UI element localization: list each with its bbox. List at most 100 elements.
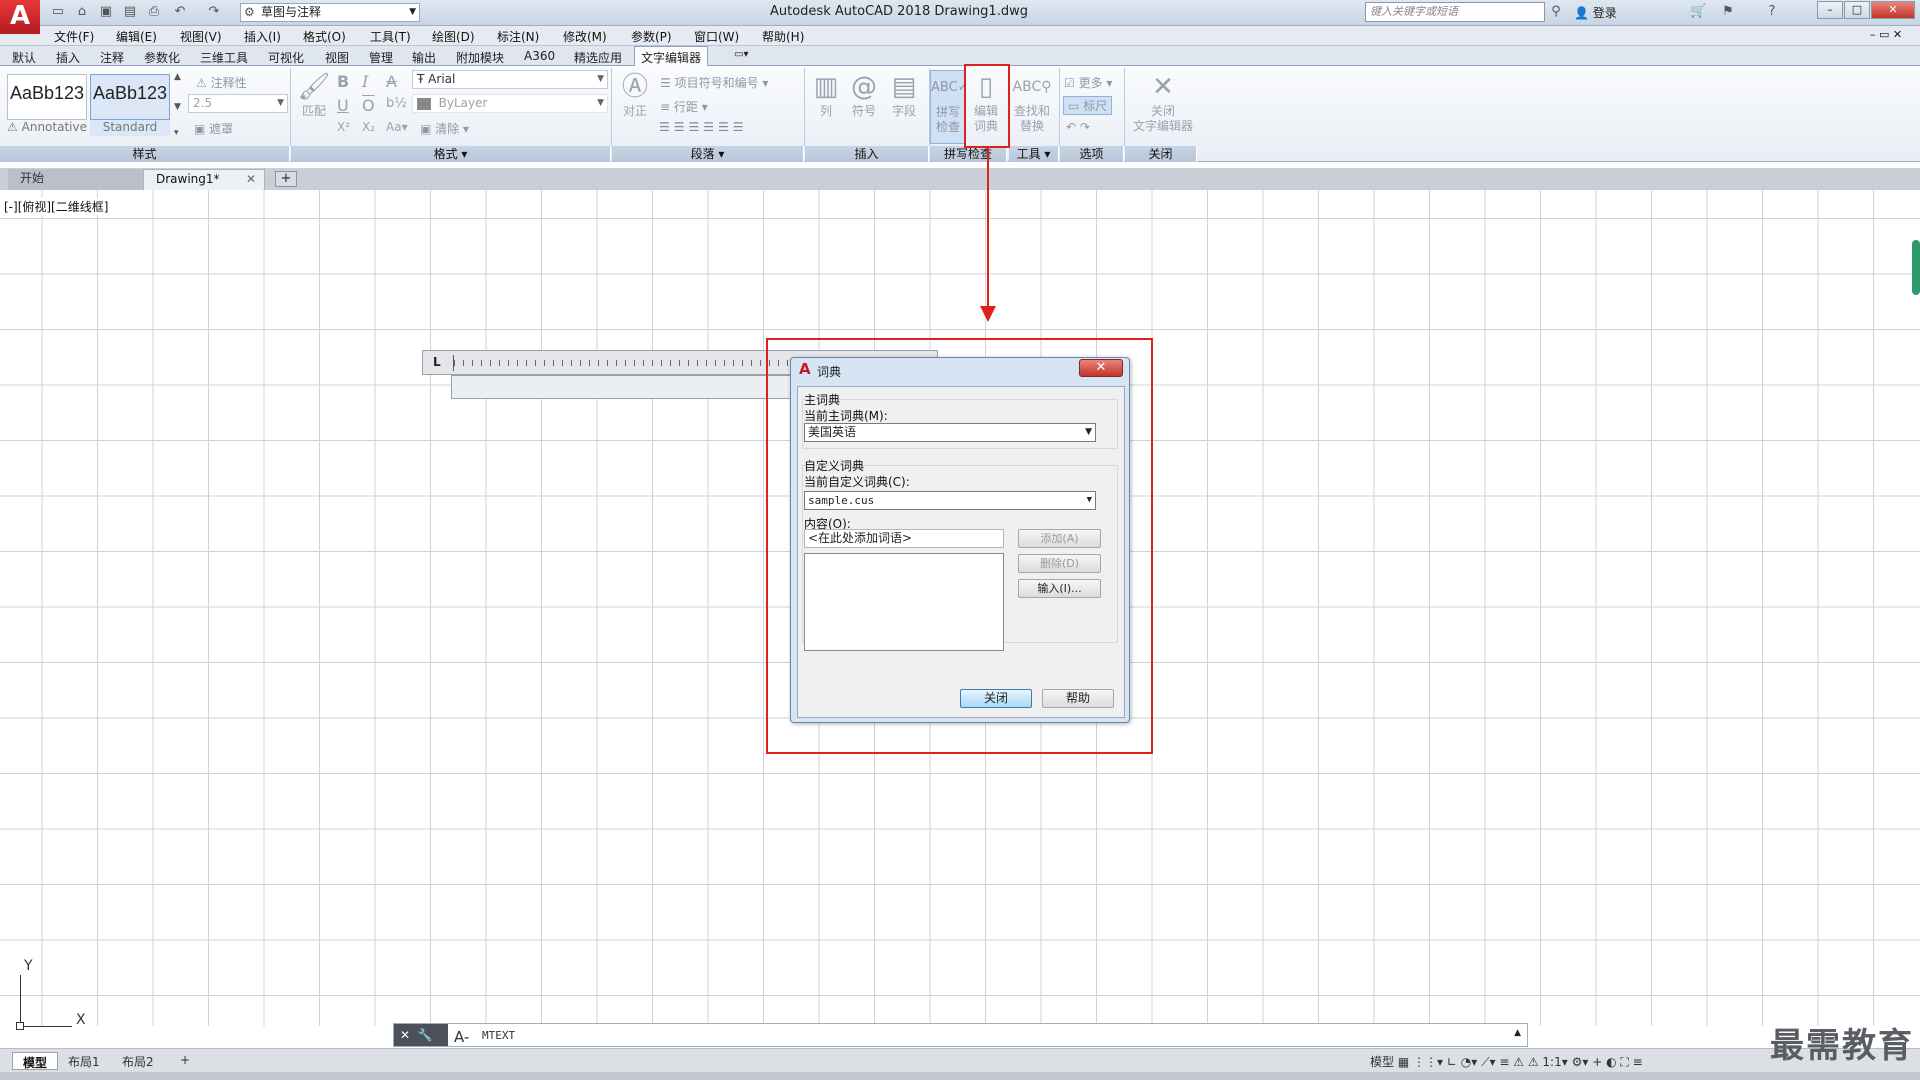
help-icon[interactable]: ? — [1764, 4, 1780, 20]
tab-featured-apps[interactable]: 精选应用 — [574, 49, 622, 66]
menu-parametric[interactable]: 参数(P) — [631, 28, 672, 45]
menu-tools[interactable]: 工具(T) — [370, 28, 411, 45]
style-swatch-annotative[interactable]: AaBb123 — [7, 74, 87, 120]
binoculars-icon[interactable]: ⚲ — [1548, 4, 1564, 20]
main-dictionary-select[interactable]: 美国英语 ▼ — [804, 423, 1096, 442]
cart-icon[interactable]: 🛒 — [1690, 4, 1706, 20]
field-button[interactable]: ▤ 字段 — [886, 70, 922, 144]
menu-view[interactable]: 视图(V) — [180, 28, 222, 45]
tab-output[interactable]: 输出 — [412, 49, 436, 66]
search-input[interactable]: 键入关键字或短语 — [1365, 2, 1545, 22]
dialog-close-action-button[interactable]: 关闭 — [960, 689, 1032, 708]
add-button[interactable]: 添加(A) — [1018, 529, 1101, 548]
new-file-icon[interactable]: ▭ — [50, 4, 66, 20]
tab-insert[interactable]: 插入 — [56, 49, 80, 66]
line-spacing-button[interactable]: ≡ 行距 ▾ — [660, 98, 708, 115]
bold-icon[interactable]: B — [337, 72, 349, 91]
tab-3d-tools[interactable]: 三维工具 — [200, 49, 248, 66]
undo-redo-icons[interactable]: ↶ ↷ — [1066, 120, 1090, 134]
more-button[interactable]: ☑ 更多 ▾ — [1064, 74, 1112, 91]
maximize-button[interactable]: □ — [1844, 1, 1870, 19]
tab-annotate[interactable]: 注释 — [100, 49, 124, 66]
tab-manage[interactable]: 管理 — [369, 49, 393, 66]
close-button[interactable]: ✕ — [1871, 1, 1915, 19]
font-combo[interactable]: Ŧ Arial ▼ — [412, 70, 608, 89]
minimize-button[interactable]: – — [1817, 1, 1843, 19]
grid-icon[interactable]: ▦ — [1398, 1055, 1409, 1069]
menu-draw[interactable]: 绘图(D) — [432, 28, 475, 45]
italic-icon[interactable]: I — [362, 72, 368, 91]
symbol-button[interactable]: @ 符号 — [846, 70, 882, 144]
fullscreen-icon[interactable]: ⛶ — [1620, 1055, 1628, 1069]
tab-start[interactable]: 开始 — [8, 169, 143, 190]
chevron-up-icon[interactable]: ▲ — [1514, 1028, 1521, 1038]
tab-addins[interactable]: 附加模块 — [456, 49, 504, 66]
strikethrough-icon[interactable]: A — [386, 72, 397, 91]
alignment-buttons[interactable]: ☰☰☰☰☰☰ — [659, 120, 748, 134]
content-input[interactable]: <在此处添加词语> — [804, 529, 1004, 548]
print-icon[interactable]: ⎙ — [146, 4, 162, 20]
doc-window-controls[interactable]: – ▭ ✕ — [1870, 28, 1902, 41]
case-icon[interactable]: Aa▾ — [386, 120, 408, 134]
polar-icon[interactable]: ◔▾ — [1461, 1055, 1478, 1069]
osnap-icon[interactable]: ⟋▾ — [1481, 1055, 1495, 1069]
close-icon[interactable]: ✕ — [400, 1028, 410, 1042]
menu-help[interactable]: 帮助(H) — [762, 28, 804, 45]
menu-format[interactable]: 格式(O) — [303, 28, 346, 45]
menu-window[interactable]: 窗口(W) — [694, 28, 739, 45]
mask-button[interactable]: ▣ 遮罩 — [194, 120, 233, 137]
subscript-icon[interactable]: X₂ — [362, 120, 375, 134]
exchange-icon[interactable]: ⚑ — [1720, 4, 1736, 20]
lineweight-icon[interactable]: ≡ — [1499, 1055, 1509, 1069]
tab-layout2[interactable]: 布局2 — [112, 1052, 164, 1070]
dialog-close-button[interactable]: ✕ — [1079, 359, 1123, 377]
open-folder-icon[interactable]: ⌂ — [74, 4, 90, 20]
menu-modify[interactable]: 修改(M) — [563, 28, 607, 45]
close-icon[interactable]: ✕ — [246, 170, 256, 189]
match-button[interactable]: 🖌 匹配 — [296, 70, 332, 144]
ruler-toggle[interactable]: ▭ 标尺 — [1063, 96, 1113, 115]
style-scroll-down-icon[interactable]: ▼ — [174, 102, 181, 112]
style-swatch-standard[interactable]: AaBb123 — [90, 74, 170, 120]
bullets-button[interactable]: ☰ 项目符号和编号 ▾ — [660, 74, 768, 91]
customize-icon[interactable]: ≡ — [1633, 1055, 1643, 1069]
columns-button[interactable]: ▥ 列 — [808, 70, 844, 144]
dialog-title-bar[interactable]: A 词典 ✕ — [791, 358, 1129, 380]
ortho-icon[interactable]: ∟ — [1447, 1055, 1457, 1069]
save-as-icon[interactable]: ▤ — [122, 4, 138, 20]
menu-insert[interactable]: 插入(I) — [244, 28, 281, 45]
tab-view[interactable]: 视图 — [325, 49, 349, 66]
status-toggles[interactable]: 模型 ▦ ⋮⋮▾ ∟ ◔▾ ⟋▾ ≡ ⚠ ⚠ 1:1▾ ⚙▾ + ◐ ⛶ ≡ — [1370, 1053, 1643, 1070]
underline-icon[interactable]: U — [337, 96, 349, 115]
tab-visualize[interactable]: 可视化 — [268, 49, 304, 66]
spell-check-button[interactable]: ABC✓ 拼写 检查 — [930, 70, 969, 144]
content-list[interactable] — [804, 553, 1004, 651]
snap-icon[interactable]: ⋮⋮▾ — [1413, 1055, 1443, 1069]
tab-default[interactable]: 默认 — [12, 49, 36, 66]
tab-a360[interactable]: A360 — [524, 49, 555, 63]
command-line-tools[interactable]: ✕ 🔧 — [394, 1024, 448, 1046]
custom-dictionary-select[interactable]: sample.cus ▼ — [804, 491, 1096, 510]
redo-icon[interactable]: ↷ — [206, 4, 222, 20]
model-space-label[interactable]: 模型 — [1370, 1055, 1394, 1069]
tab-parametric[interactable]: 参数化 — [144, 49, 180, 66]
text-height-combo[interactable]: 2.5 ▼ — [188, 94, 288, 113]
undo-icon[interactable]: ↶ — [172, 4, 188, 20]
isolate-icon[interactable]: ◐ — [1606, 1055, 1616, 1069]
clear-button[interactable]: ▣ 清除 ▾ — [420, 120, 469, 137]
tab-text-editor[interactable]: 文字编辑器 — [634, 46, 709, 67]
application-menu-button[interactable]: A — [0, 0, 40, 34]
overline-icon[interactable]: O — [362, 96, 375, 115]
tab-drawing1[interactable]: Drawing1* ✕ — [143, 169, 265, 190]
color-combo[interactable]: ByLayer ▼ — [412, 94, 608, 113]
justify-button[interactable]: Ⓐ 对正 — [617, 70, 653, 144]
stack-icon[interactable]: b½ — [386, 96, 407, 111]
workspace-dropdown[interactable]: ⚙ 草图与注释 ▼ — [240, 3, 420, 22]
find-replace-button[interactable]: ABC⚲ 查找和 替换 — [1012, 70, 1052, 144]
annotation-icon[interactable]: ⚠ ⚠ — [1513, 1055, 1538, 1069]
tab-layout1[interactable]: 布局1 — [58, 1052, 110, 1070]
viewport-controls[interactable]: [-][俯视][二维线框] — [4, 198, 109, 215]
save-icon[interactable]: ▣ — [98, 4, 114, 20]
menu-edit[interactable]: 编辑(E) — [116, 28, 157, 45]
help-button[interactable]: 帮助 — [1042, 689, 1114, 708]
